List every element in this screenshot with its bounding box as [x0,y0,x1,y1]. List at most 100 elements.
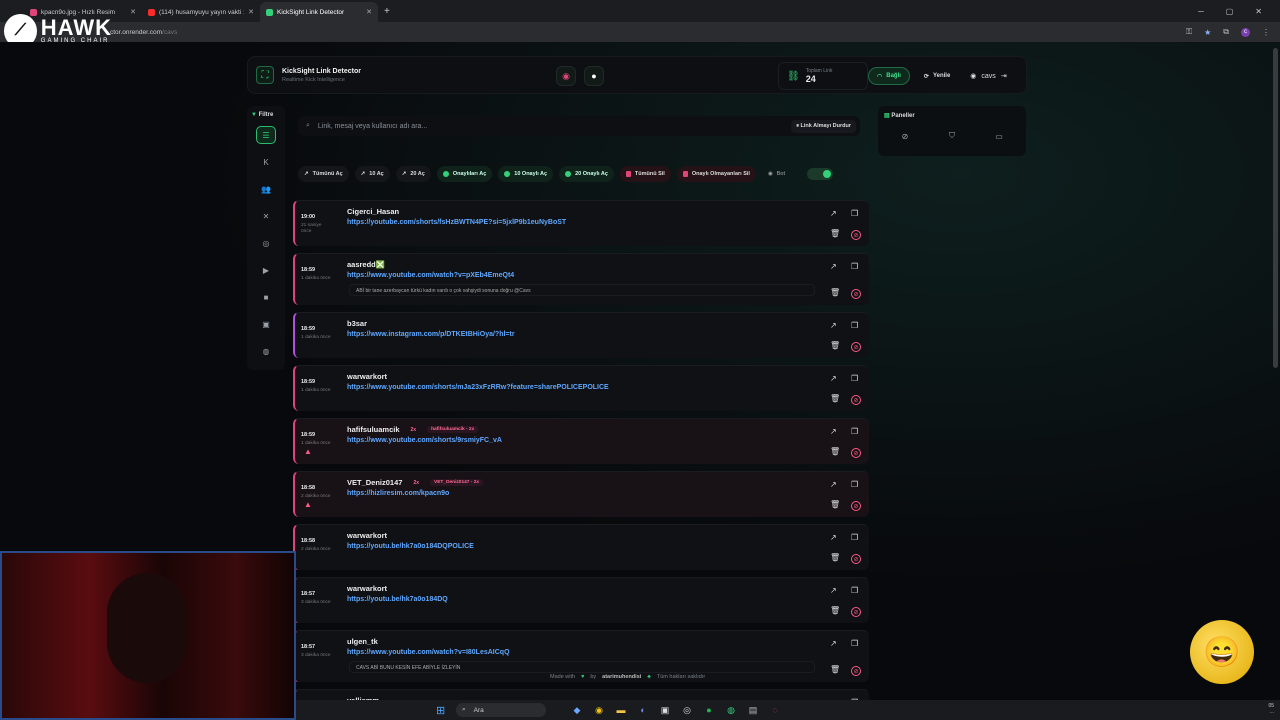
message-user[interactable]: b3sar [347,319,367,328]
logout-icon[interactable]: ⇥ [1001,72,1007,80]
open-link-icon[interactable]: ↗ [830,262,837,271]
stop-links-button[interactable]: ⏸ Link Almayı Durdur [791,119,856,133]
extensions-icon[interactable]: ⧉ [1223,27,1229,37]
message-link[interactable]: https://www.youtube.com/watch?v=I80LesAI… [347,649,510,656]
app3-icon[interactable]: ◌ [769,704,781,716]
user-menu[interactable]: ◉ cavs ⇥ [964,67,1012,85]
message-user[interactable]: warwarkort [347,584,387,593]
open-link-icon[interactable]: ↗ [830,480,837,489]
open-10-approved-button[interactable]: 10 Onaylı Aç [498,166,554,182]
profile-avatar[interactable]: c [1241,27,1250,37]
open-link-icon[interactable]: ↗ [830,374,837,383]
close-icon[interactable]: ✕ [130,8,136,16]
menu-icon[interactable]: ⋮ [1262,28,1270,37]
bot-toggle[interactable] [807,168,834,180]
steam-icon[interactable]: ◎ [681,704,693,716]
filter-youtube[interactable]: ▶ [256,261,276,279]
scrollbar[interactable] [1273,48,1278,368]
copy-icon[interactable]: ❐ [851,374,858,383]
app2-icon[interactable]: ▤ [747,704,759,716]
taskbar-clock[interactable]: 05... [1268,703,1274,715]
copy-icon[interactable]: ❐ [851,639,858,648]
minimize-icon[interactable]: ─ [1198,7,1204,16]
trash-icon[interactable]: 🗑 [830,553,840,562]
message-user[interactable]: ulgen_tk [347,637,378,646]
delete-unapproved-button[interactable]: Onaylı Olmayanları Sil [676,166,756,182]
open-20-button[interactable]: ↗ 20 Aç [395,166,431,182]
ban-icon[interactable]: ⊘ [851,448,861,458]
search-input[interactable]: Link, mesaj veya kullanıcı adı ara... [318,123,427,130]
copy-icon[interactable]: ❐ [851,321,858,330]
message-user[interactable]: VET_Deniz0147 2x VET_Deniz0147 - 2x [347,478,484,487]
open-link-icon[interactable]: ↗ [830,321,837,330]
message-link[interactable]: https://youtu.be/hk7a0o184DQ [347,596,448,603]
shield-panel-button[interactable]: ⛉ [933,128,971,144]
ban-icon[interactable]: ⊘ [851,501,861,511]
discord-icon[interactable]: ◐ [637,704,649,716]
open-20-approved-button[interactable]: 20 Onaylı Aç [559,166,614,182]
browser-tab-active[interactable]: KickSight Link Detector ✕ [260,2,378,22]
connected-badge[interactable]: ◠ Bağlı [868,67,910,85]
message-link[interactable]: https://www.youtube.com/shorts/mJa23xFzR… [347,384,609,391]
key-icon[interactable]: ⚿ [1186,27,1192,37]
filter-image[interactable]: ▣ [256,315,276,333]
delete-all-button[interactable]: Tümünü Sil [619,166,671,182]
filter-video[interactable]: ■ [256,288,276,306]
trash-icon[interactable]: 🗑 [830,500,840,509]
trash-icon[interactable]: 🗑 [830,665,840,674]
filter-all[interactable]: ☰ [256,126,276,144]
archive-panel-button[interactable]: ▭ [980,128,1018,144]
browser-tab[interactable]: (114) husamyuyu yayın vakti 14 ✕ [142,2,260,22]
ban-icon[interactable]: ⊘ [851,230,861,240]
message-user[interactable]: warwarkort [347,531,387,540]
ban-icon[interactable]: ⊘ [851,666,861,676]
url-text[interactable]: ctor.onrender.com/cavs [110,29,177,36]
message-link[interactable]: https://hizliresim.com/kpacn9o [347,490,449,497]
windows-start-icon[interactable]: ⊞ [436,704,445,717]
ban-panel-button[interactable]: ⊘ [886,128,924,144]
filter-x[interactable]: ✕ [256,207,276,225]
close-icon[interactable]: ✕ [248,8,254,16]
copy-icon[interactable]: ❐ [851,586,858,595]
trash-icon[interactable]: 🗑 [830,447,840,456]
ban-icon[interactable]: ⊘ [851,342,861,352]
spotify-icon[interactable]: ● [703,704,715,716]
ban-icon[interactable]: ⊘ [851,554,861,564]
open-link-icon[interactable]: ↗ [830,209,837,218]
copy-icon[interactable]: ❐ [851,427,858,436]
browser-icon[interactable]: ◍ [725,704,737,716]
open-link-icon[interactable]: ↗ [830,639,837,648]
ban-icon[interactable]: ⊘ [851,395,861,405]
close-icon[interactable]: ✕ [366,8,372,16]
taskbar-search[interactable]: ⌕ Ara [456,703,546,717]
trash-icon[interactable]: 🗑 [830,394,840,403]
trash-icon[interactable]: 🗑 [830,288,840,297]
open-link-icon[interactable]: ↗ [830,533,837,542]
chrome-icon[interactable]: ◉ [593,704,605,716]
copy-icon[interactable]: ❐ [851,262,858,271]
copy-icon[interactable]: ❐ [851,533,858,542]
message-link[interactable]: https://youtu.be/hk7a0o184DQPOLICE [347,543,474,550]
explorer-icon[interactable]: ▬ [615,704,627,716]
filter-instagram[interactable]: ◎ [256,234,276,252]
message-user[interactable]: aasredd❎ [347,260,385,269]
message-user[interactable]: Cigerci_Hasan [347,207,399,216]
channel-icon[interactable]: ● [584,66,604,86]
star-icon[interactable]: ★ [1204,28,1211,37]
open-link-icon[interactable]: ↗ [830,586,837,595]
address-bar[interactable]: ctor.onrender.com/cavs ⚿ ★ ⧉ c ⋮ [0,22,1280,42]
filter-web[interactable]: ◍ [256,342,276,360]
message-user[interactable]: warwarkort [347,372,387,381]
open-link-icon[interactable]: ↗ [830,427,837,436]
message-link[interactable]: https://www.youtube.com/watch?v=pXEb4Eme… [347,272,514,279]
message-link[interactable]: https://www.instagram.com/p/DTKEtBHiOya/… [347,331,515,338]
copilot-icon[interactable]: ◆ [571,704,583,716]
maximize-icon[interactable]: ▢ [1226,7,1234,16]
app-icon[interactable]: ▣ [659,704,671,716]
channel-avatar-icon[interactable]: ◉ [556,66,576,86]
refresh-button[interactable]: ⟳ Yenile [918,67,956,85]
message-link[interactable]: https://www.youtube.com/shorts/9rsmiyFC_… [347,437,502,444]
trash-icon[interactable]: 🗑 [830,229,840,238]
new-tab-icon[interactable]: + [384,6,390,17]
message-user[interactable]: hafifsuluamcik 2x hafifsuluamcik - 2x [347,425,479,434]
